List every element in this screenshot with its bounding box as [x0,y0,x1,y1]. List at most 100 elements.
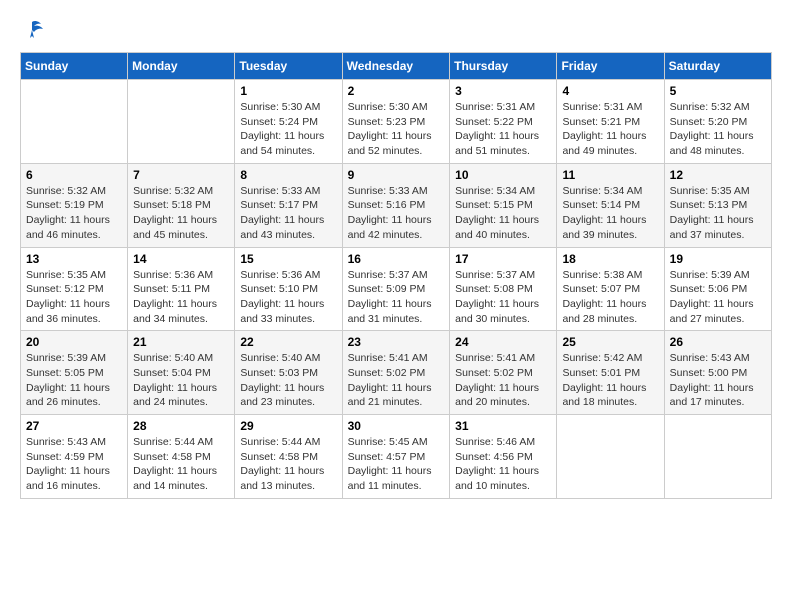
day-info: Sunrise: 5:37 AMSunset: 5:09 PMDaylight:… [348,268,445,327]
day-info: Sunrise: 5:43 AMSunset: 5:00 PMDaylight:… [670,351,766,410]
day-info: Sunrise: 5:39 AMSunset: 5:06 PMDaylight:… [670,268,766,327]
day-info: Sunrise: 5:32 AMSunset: 5:20 PMDaylight:… [670,100,766,159]
day-info: Sunrise: 5:32 AMSunset: 5:18 PMDaylight:… [133,184,229,243]
day-info: Sunrise: 5:31 AMSunset: 5:21 PMDaylight:… [562,100,658,159]
calendar-cell [128,80,235,164]
calendar-cell: 22 Sunrise: 5:40 AMSunset: 5:03 PMDayligh… [235,331,342,415]
calendar-cell: 20 Sunrise: 5:39 AMSunset: 5:05 PMDayligh… [21,331,128,415]
calendar-cell: 29 Sunrise: 5:44 AMSunset: 4:58 PMDayligh… [235,415,342,499]
day-number: 14 [133,252,229,266]
day-number: 30 [348,419,445,433]
calendar-header-wednesday: Wednesday [342,53,450,80]
day-info: Sunrise: 5:40 AMSunset: 5:03 PMDaylight:… [240,351,336,410]
day-number: 3 [455,84,551,98]
calendar-cell: 9 Sunrise: 5:33 AMSunset: 5:16 PMDaylight… [342,163,450,247]
day-info: Sunrise: 5:33 AMSunset: 5:16 PMDaylight:… [348,184,445,243]
day-number: 6 [26,168,122,182]
calendar-cell: 4Sunrise: 5:31 AMSunset: 5:21 PMDaylight… [557,80,664,164]
calendar-header-friday: Friday [557,53,664,80]
calendar-cell: 15Sunrise: 5:36 AMSunset: 5:10 PMDayligh… [235,247,342,331]
day-info: Sunrise: 5:30 AMSunset: 5:24 PMDaylight:… [240,100,336,159]
day-info: Sunrise: 5:34 AMSunset: 5:14 PMDaylight:… [562,184,658,243]
logo [20,20,44,36]
calendar-header-row: SundayMondayTuesdayWednesdayThursdayFrid… [21,53,772,80]
calendar-cell [664,415,771,499]
calendar-cell: 14 Sunrise: 5:36 AMSunset: 5:11 PMDayligh… [128,247,235,331]
day-info: Sunrise: 5:46 AMSunset: 4:56 PMDaylight:… [455,435,551,494]
calendar-cell: 13Sunrise: 5:35 AMSunset: 5:12 PMDayligh… [21,247,128,331]
day-number: 23 [348,335,445,349]
calendar-cell: 6 Sunrise: 5:32 AMSunset: 5:19 PMDaylight… [21,163,128,247]
day-info: Sunrise: 5:41 AMSunset: 5:02 PMDaylight:… [348,351,445,410]
day-info: Sunrise: 5:45 AMSunset: 4:57 PMDaylight:… [348,435,445,494]
calendar-cell [21,80,128,164]
day-info: Sunrise: 5:36 AMSunset: 5:10 PMDaylight:… [240,268,336,327]
day-number: 2 [348,84,445,98]
day-number: 12 [670,168,766,182]
day-number: 13 [26,252,122,266]
day-info: Sunrise: 5:38 AMSunset: 5:07 PMDaylight:… [562,268,658,327]
day-number: 25 [562,335,658,349]
calendar-header-sunday: Sunday [21,53,128,80]
calendar-cell: 31 Sunrise: 5:46 AMSunset: 4:56 PMDayligh… [450,415,557,499]
calendar-cell: 21 Sunrise: 5:40 AMSunset: 5:04 PMDayligh… [128,331,235,415]
day-info: Sunrise: 5:32 AMSunset: 5:19 PMDaylight:… [26,184,122,243]
day-info: Sunrise: 5:43 AMSunset: 4:59 PMDaylight:… [26,435,122,494]
day-number: 16 [348,252,445,266]
calendar-cell: 3 Sunrise: 5:31 AMSunset: 5:22 PMDaylight… [450,80,557,164]
calendar-table: SundayMondayTuesdayWednesdayThursdayFrid… [20,52,772,499]
day-number: 1 [240,84,336,98]
day-info: Sunrise: 5:33 AMSunset: 5:17 PMDaylight:… [240,184,336,243]
calendar-cell: 11 Sunrise: 5:34 AMSunset: 5:14 PMDayligh… [557,163,664,247]
day-info: Sunrise: 5:30 AMSunset: 5:23 PMDaylight:… [348,100,445,159]
calendar-cell: 5Sunrise: 5:32 AMSunset: 5:20 PMDaylight… [664,80,771,164]
day-number: 10 [455,168,551,182]
calendar-cell: 28 Sunrise: 5:44 AMSunset: 4:58 PMDayligh… [128,415,235,499]
calendar-header-thursday: Thursday [450,53,557,80]
day-info: Sunrise: 5:42 AMSunset: 5:01 PMDaylight:… [562,351,658,410]
calendar-week-row: 6 Sunrise: 5:32 AMSunset: 5:19 PMDaylight… [21,163,772,247]
calendar-cell: 16 Sunrise: 5:37 AMSunset: 5:09 PMDayligh… [342,247,450,331]
calendar-cell: 7 Sunrise: 5:32 AMSunset: 5:18 PMDaylight… [128,163,235,247]
day-number: 27 [26,419,122,433]
day-info: Sunrise: 5:31 AMSunset: 5:22 PMDaylight:… [455,100,551,159]
calendar-week-row: 1 Sunrise: 5:30 AMSunset: 5:24 PMDaylight… [21,80,772,164]
calendar-cell: 18Sunrise: 5:38 AMSunset: 5:07 PMDayligh… [557,247,664,331]
calendar-cell: 24 Sunrise: 5:41 AMSunset: 5:02 PMDayligh… [450,331,557,415]
calendar-cell: 1 Sunrise: 5:30 AMSunset: 5:24 PMDaylight… [235,80,342,164]
day-number: 21 [133,335,229,349]
day-number: 20 [26,335,122,349]
day-info: Sunrise: 5:44 AMSunset: 4:58 PMDaylight:… [133,435,229,494]
calendar-header-saturday: Saturday [664,53,771,80]
day-info: Sunrise: 5:44 AMSunset: 4:58 PMDaylight:… [240,435,336,494]
day-number: 9 [348,168,445,182]
calendar-cell: 25 Sunrise: 5:42 AMSunset: 5:01 PMDayligh… [557,331,664,415]
calendar-cell: 2 Sunrise: 5:30 AMSunset: 5:23 PMDaylight… [342,80,450,164]
day-info: Sunrise: 5:39 AMSunset: 5:05 PMDaylight:… [26,351,122,410]
day-number: 31 [455,419,551,433]
day-number: 22 [240,335,336,349]
calendar-cell: 23 Sunrise: 5:41 AMSunset: 5:02 PMDayligh… [342,331,450,415]
day-number: 8 [240,168,336,182]
day-info: Sunrise: 5:41 AMSunset: 5:02 PMDaylight:… [455,351,551,410]
calendar-week-row: 27 Sunrise: 5:43 AMSunset: 4:59 PMDayligh… [21,415,772,499]
calendar-cell: 27 Sunrise: 5:43 AMSunset: 4:59 PMDayligh… [21,415,128,499]
day-number: 19 [670,252,766,266]
calendar-cell [557,415,664,499]
day-number: 26 [670,335,766,349]
day-info: Sunrise: 5:40 AMSunset: 5:04 PMDaylight:… [133,351,229,410]
day-number: 28 [133,419,229,433]
day-info: Sunrise: 5:35 AMSunset: 5:13 PMDaylight:… [670,184,766,243]
calendar-header-tuesday: Tuesday [235,53,342,80]
day-number: 24 [455,335,551,349]
day-info: Sunrise: 5:37 AMSunset: 5:08 PMDaylight:… [455,268,551,327]
logo-bird-icon [21,20,43,40]
calendar-cell: 17Sunrise: 5:37 AMSunset: 5:08 PMDayligh… [450,247,557,331]
day-number: 11 [562,168,658,182]
calendar-cell: 8 Sunrise: 5:33 AMSunset: 5:17 PMDaylight… [235,163,342,247]
day-number: 29 [240,419,336,433]
day-info: Sunrise: 5:36 AMSunset: 5:11 PMDaylight:… [133,268,229,327]
calendar-week-row: 20 Sunrise: 5:39 AMSunset: 5:05 PMDayligh… [21,331,772,415]
day-number: 7 [133,168,229,182]
calendar-cell: 12 Sunrise: 5:35 AMSunset: 5:13 PMDayligh… [664,163,771,247]
